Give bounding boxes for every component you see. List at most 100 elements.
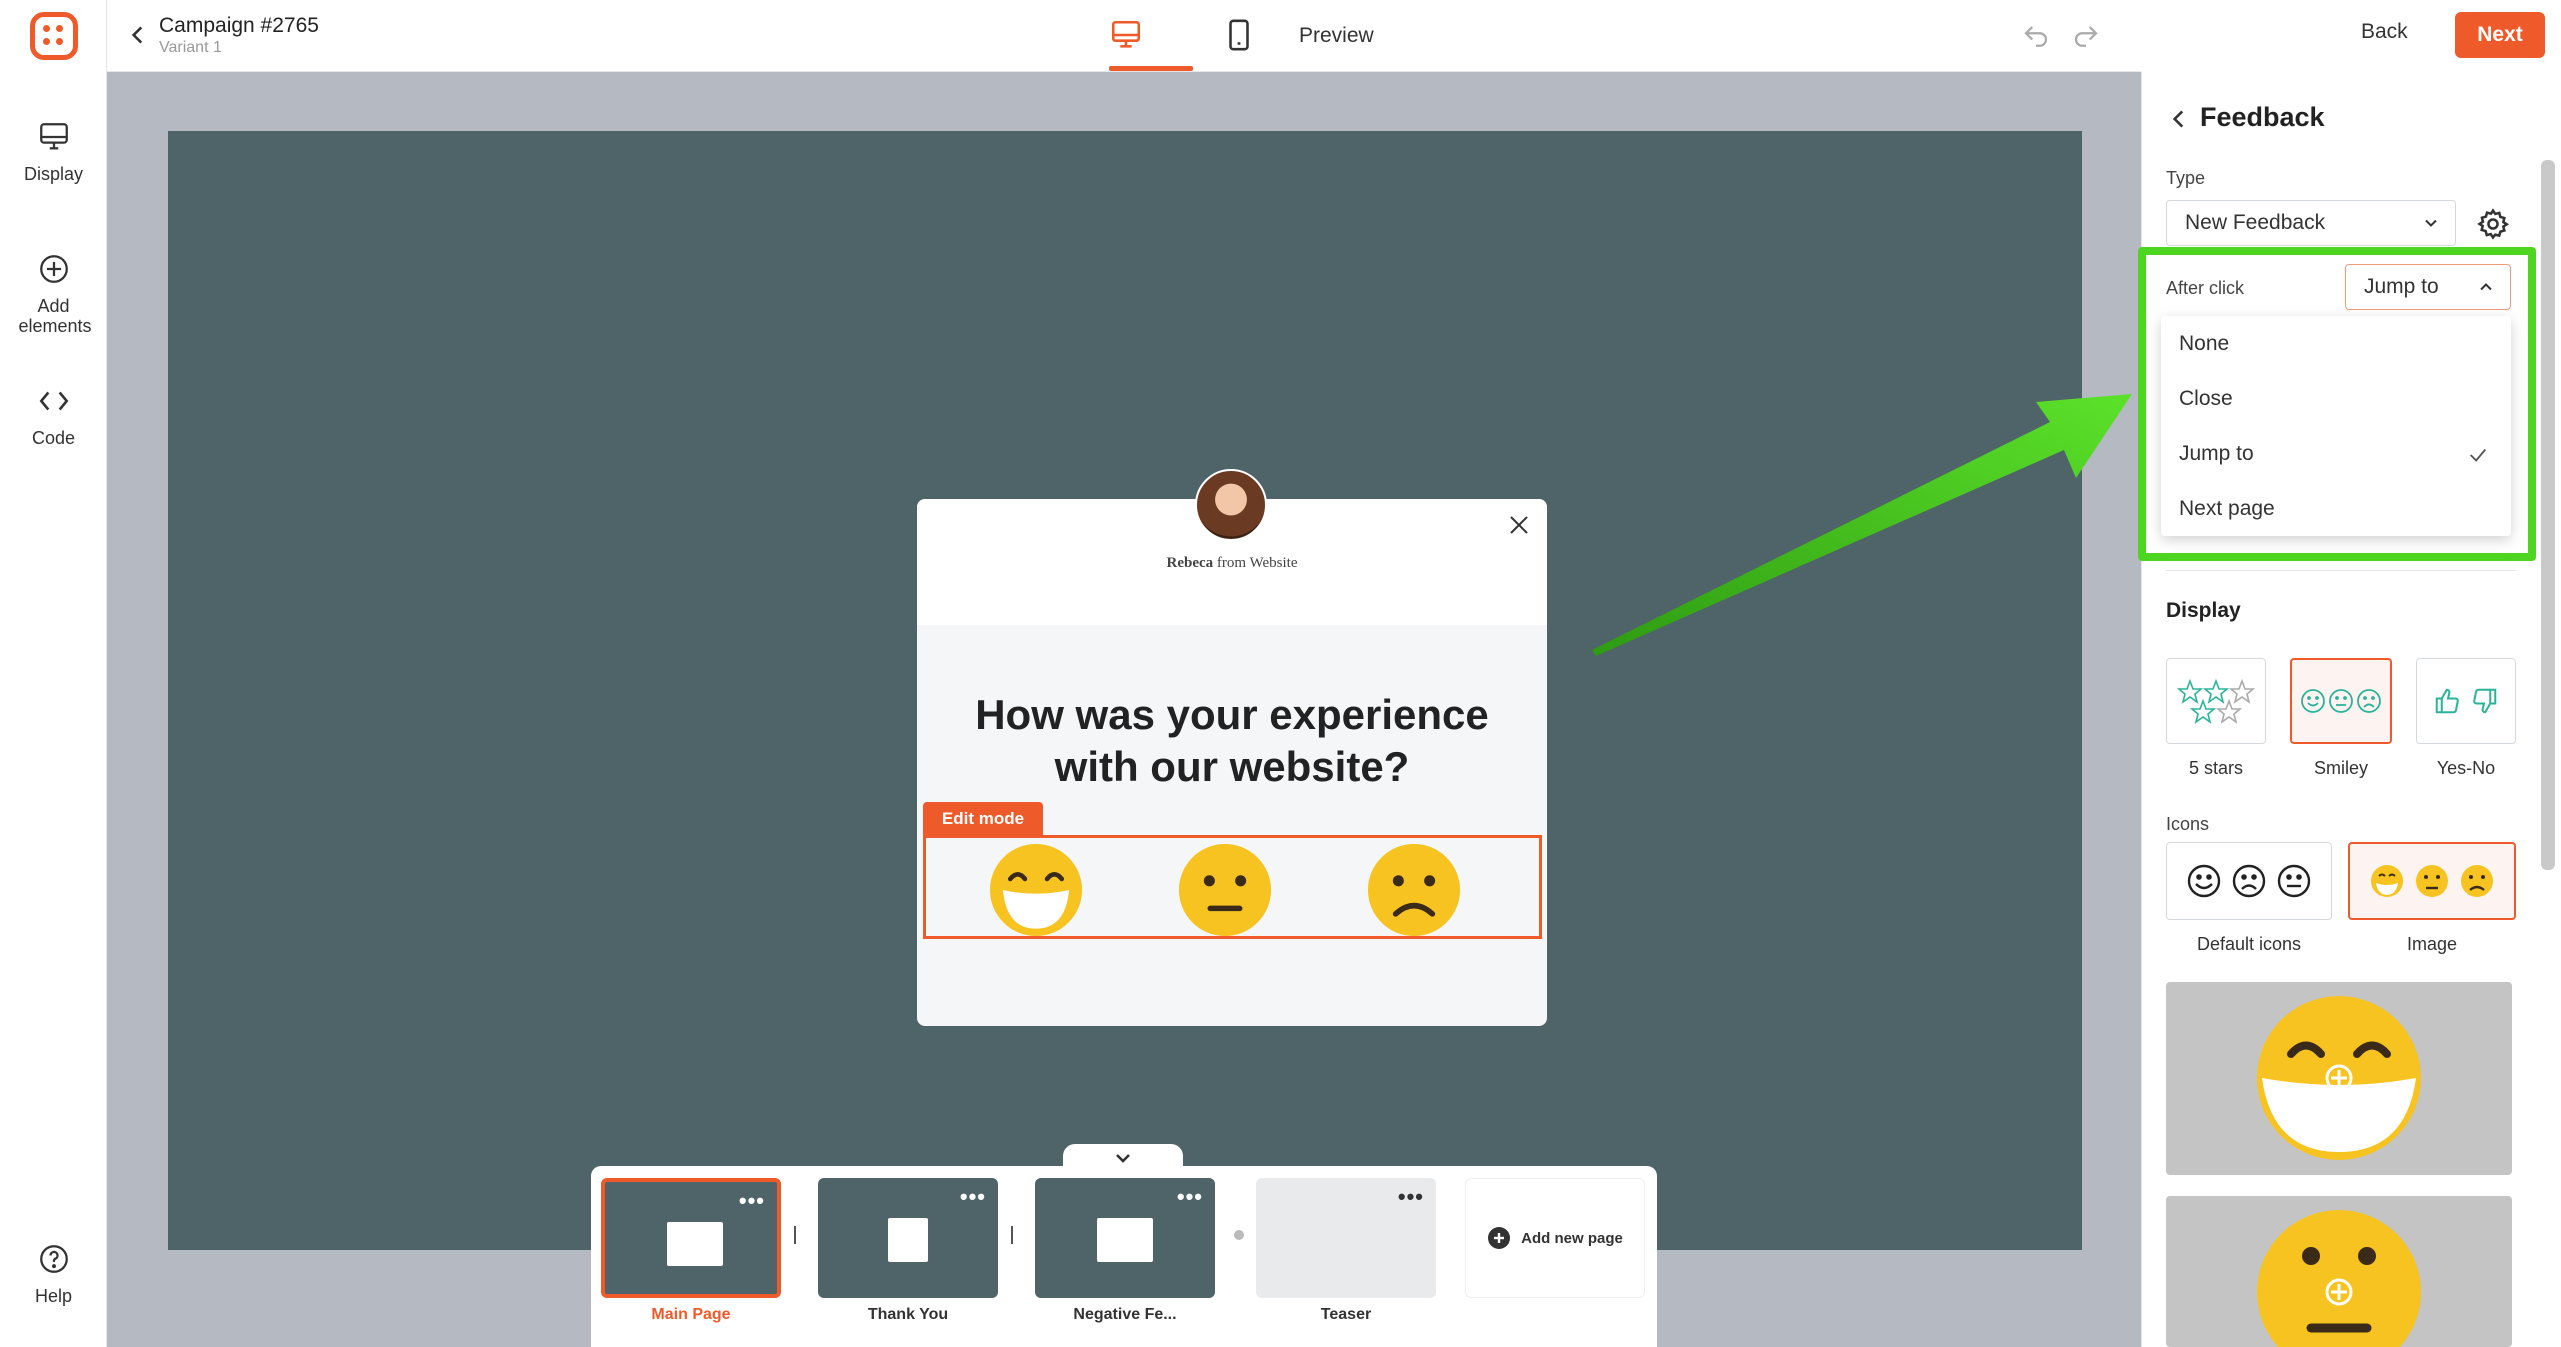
after-click-select[interactable]: Jump to — [2345, 264, 2511, 310]
undo-icon[interactable] — [2021, 22, 2051, 52]
redo-icon[interactable] — [2071, 22, 2101, 52]
popup-author: Rebeca from Website — [917, 555, 1547, 572]
popup-header: Rebeca from Website — [917, 469, 1547, 625]
panel-title: Feedback — [2200, 102, 2325, 132]
avatar — [1195, 469, 1267, 541]
page-label-main[interactable]: Main Page — [601, 1306, 781, 1324]
type-select[interactable]: New Feedback — [2166, 200, 2456, 246]
sad-face-icon[interactable] — [1368, 844, 1460, 936]
dropdown-option-close[interactable]: Close — [2161, 371, 2511, 426]
monitor-icon — [39, 123, 68, 150]
sidebar-item-label: Add elements — [18, 296, 92, 336]
popup-question[interactable]: How was your experience with our website… — [947, 689, 1517, 793]
type-select-value: New Feedback — [2185, 211, 2326, 234]
more-icon[interactable]: ••• — [1177, 1184, 1203, 1210]
display-option-smiley[interactable] — [2290, 658, 2392, 744]
grinning-face-icon[interactable] — [990, 844, 1082, 936]
chevron-left-icon[interactable] — [2166, 106, 2192, 132]
device-active-indicator — [1109, 66, 1193, 71]
page-thumb-teaser[interactable]: ••• — [1256, 1178, 1436, 1298]
top-right-actions: Back Next — [2141, 0, 2561, 72]
mobile-icon[interactable] — [1222, 18, 1256, 52]
type-label: Type — [2166, 168, 2206, 188]
back-button[interactable]: Back — [2361, 20, 2408, 44]
preview-button[interactable]: Preview — [1299, 24, 1374, 48]
page-strip: ••• Main Page ••• Thank You ••• Negative… — [591, 1166, 1657, 1347]
after-click-label: After click — [2166, 278, 2245, 298]
author-name: Rebeca — [1166, 555, 1214, 571]
image-faces-icon — [2371, 865, 2493, 897]
dropdown-option-label: Jump to — [2179, 442, 2254, 465]
sidebar-item-label: Help — [34, 1286, 73, 1306]
annotation-arrow-icon — [1592, 394, 2132, 656]
help-icon — [39, 1245, 68, 1273]
plus-circle-icon — [1488, 1227, 1511, 1249]
more-icon[interactable]: ••• — [1398, 1184, 1424, 1210]
plus-circle-icon — [39, 255, 68, 283]
page-thumb-thank-you[interactable]: ••• — [818, 1178, 998, 1298]
code-icon — [39, 391, 68, 411]
icon-option-default[interactable] — [2166, 842, 2332, 920]
chevron-up-icon — [2480, 283, 2492, 291]
properties-panel: Feedback Type New Feedback After click J… — [2141, 72, 2561, 1347]
display-option-5-stars[interactable] — [2166, 658, 2266, 744]
desktop-icon[interactable] — [1109, 18, 1143, 52]
edit-mode-tag: Edit mode — [923, 802, 1043, 836]
close-icon[interactable] — [1507, 513, 1531, 537]
sidebar-item-code[interactable]: Code — [0, 384, 107, 449]
more-icon[interactable]: ••• — [739, 1188, 765, 1214]
page-thumb-main[interactable]: ••• — [601, 1178, 781, 1298]
emoji-image-tile-happy[interactable] — [2166, 982, 2512, 1175]
display-section-title: Display — [2166, 599, 2241, 622]
next-button[interactable]: Next — [2455, 12, 2545, 58]
stars-icon — [2176, 678, 2256, 724]
page-thumb-preview — [667, 1222, 723, 1266]
thumbs-down-icon — [2473, 688, 2497, 714]
page-label-teaser[interactable]: Teaser — [1256, 1306, 1436, 1324]
page-separator — [1011, 1226, 1013, 1244]
page-label-thank-you[interactable]: Thank You — [818, 1306, 998, 1324]
campaign-variant: Variant 1 — [159, 39, 222, 56]
dropdown-option-jump-to[interactable]: Jump to — [2161, 426, 2511, 481]
page-thumb-negative-feedback[interactable]: ••• — [1035, 1178, 1215, 1298]
neutral-face-icon — [2257, 1210, 2421, 1347]
page-separator — [1234, 1230, 1244, 1240]
smileys-icon — [2301, 689, 2381, 713]
sidebar-item-label: Display — [23, 164, 84, 184]
display-option-yes-no[interactable] — [2416, 658, 2516, 744]
display-option-label: Yes-No — [2436, 758, 2496, 778]
dropdown-option-none[interactable]: None — [2161, 316, 2511, 371]
icon-option-label: Image — [2406, 934, 2458, 954]
feedback-element-box[interactable] — [923, 835, 1542, 939]
logo-dots-icon — [43, 25, 65, 47]
after-click-select-value: Jump to — [2364, 275, 2439, 298]
section-divider — [2166, 570, 2516, 571]
after-click-dropdown: None Close Jump to Next page — [2161, 316, 2511, 536]
campaign-title: Campaign #2765 — [159, 14, 319, 37]
top-bar: Campaign #2765 Variant 1 Preview — [107, 0, 2141, 72]
page-separator — [794, 1226, 796, 1244]
page-label-negative-feedback[interactable]: Negative Fe... — [1035, 1306, 1215, 1324]
display-option-label: 5 stars — [2188, 758, 2244, 778]
emoji-image-tile-neutral[interactable] — [2166, 1196, 2512, 1347]
sidebar-item-add-elements[interactable]: Add elements — [0, 252, 107, 336]
page-thumb-preview — [1097, 1218, 1153, 1262]
icons-label: Icons — [2166, 814, 2210, 834]
thumbs-up-icon — [2435, 688, 2459, 714]
icon-option-image[interactable] — [2348, 842, 2516, 920]
sidebar-item-display[interactable]: Display — [0, 120, 107, 185]
neutral-face-icon[interactable] — [1179, 844, 1271, 936]
gear-icon[interactable] — [2476, 207, 2510, 241]
more-icon[interactable]: ••• — [960, 1184, 986, 1210]
grinning-face-icon — [2257, 996, 2421, 1160]
page-thumb-preview — [888, 1218, 928, 1262]
add-page-label: Add new page — [1521, 1229, 1623, 1247]
feedback-popup[interactable]: Rebeca from Website How was your experie… — [917, 469, 1547, 1026]
app-logo[interactable] — [30, 12, 78, 60]
panel-scrollbar[interactable] — [2541, 160, 2555, 870]
chevron-left-icon[interactable] — [125, 22, 151, 48]
sidebar-item-help[interactable]: Help — [0, 1242, 107, 1307]
default-faces-icon — [2187, 864, 2311, 898]
dropdown-option-next-page[interactable]: Next page — [2161, 481, 2511, 536]
add-new-page-button[interactable]: Add new page — [1465, 1178, 1645, 1298]
